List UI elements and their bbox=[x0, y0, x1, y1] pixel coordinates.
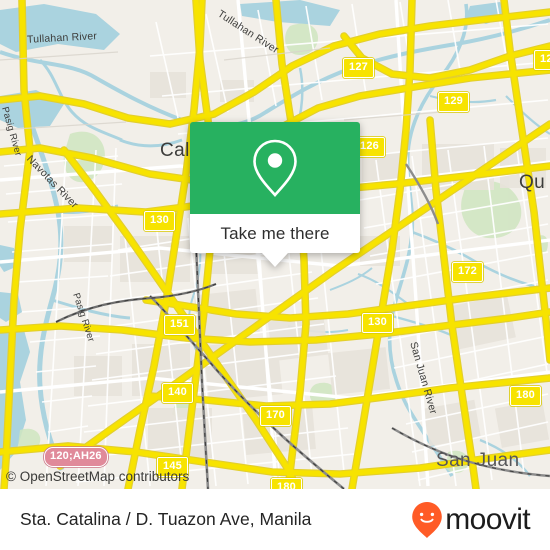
moovit-wordmark: moovit bbox=[445, 502, 530, 536]
route-shield: 120;AH26 bbox=[44, 447, 108, 467]
route-shield: 130 bbox=[362, 313, 393, 333]
location-popup[interactable]: Take me there bbox=[190, 122, 360, 267]
take-me-there-label: Take me there bbox=[220, 223, 330, 243]
bottom-bar: Sta. Catalina / D. Tuazon Ave, Manila mo… bbox=[0, 489, 550, 550]
map-screen: Tullahan River Tullahan River Navotas Ri… bbox=[0, 0, 550, 550]
route-shield: 129 bbox=[438, 92, 469, 112]
route-shield: 172 bbox=[452, 262, 483, 282]
route-shield: 170 bbox=[260, 406, 291, 426]
osm-attribution[interactable]: © OpenStreetMap contributors bbox=[6, 469, 189, 484]
moovit-logo[interactable]: moovit bbox=[411, 501, 531, 539]
route-shield: 127 bbox=[343, 58, 374, 78]
route-shield: 140 bbox=[162, 383, 193, 403]
popup-pointer bbox=[262, 253, 288, 267]
location-title: Sta. Catalina / D. Tuazon Ave, Manila bbox=[20, 509, 312, 529]
route-shield: 12 bbox=[534, 50, 550, 70]
popup-icon-area bbox=[190, 122, 360, 214]
route-shield: 151 bbox=[164, 315, 195, 335]
route-shield: 180 bbox=[510, 386, 541, 406]
moovit-pin-icon bbox=[412, 501, 443, 538]
route-shield: 130 bbox=[144, 211, 175, 231]
route-shield: 180 bbox=[271, 478, 302, 489]
map-pin-icon bbox=[253, 139, 297, 197]
map-canvas[interactable]: Tullahan River Tullahan River Navotas Ri… bbox=[0, 0, 550, 489]
popup-cta-area[interactable]: Take me there bbox=[190, 214, 360, 253]
